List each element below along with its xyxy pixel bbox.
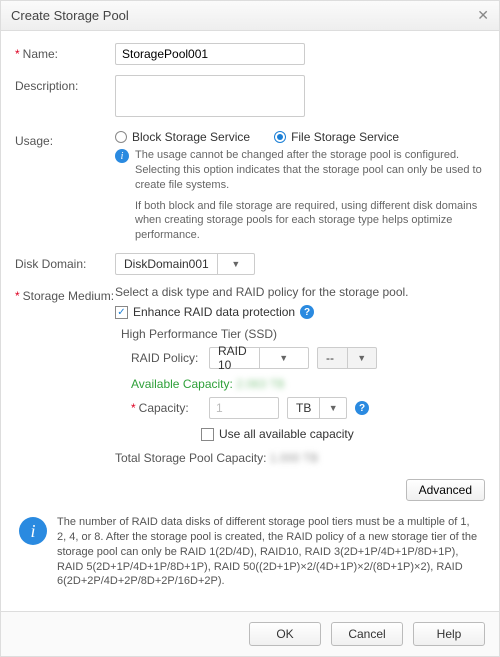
chevron-down-icon: ▼ bbox=[217, 254, 254, 274]
raid-policy-secondary-select[interactable]: -- ▼ bbox=[317, 347, 377, 369]
capacity-label: *Capacity: bbox=[131, 401, 201, 415]
use-all-capacity-checkbox[interactable] bbox=[201, 428, 214, 441]
use-all-capacity-label: Use all available capacity bbox=[219, 427, 354, 441]
available-capacity: Available Capacity: 2.063 TB bbox=[131, 377, 485, 391]
help-icon[interactable]: ? bbox=[355, 401, 369, 415]
usage-label: Usage: bbox=[15, 130, 115, 148]
usage-info-1: The usage cannot be changed after the st… bbox=[135, 148, 485, 193]
help-button[interactable]: Help bbox=[413, 622, 485, 646]
description-label: Description: bbox=[15, 75, 115, 93]
name-label: *Name: bbox=[15, 43, 115, 61]
info-icon: i bbox=[19, 517, 47, 545]
usage-block-radio[interactable]: Block Storage Service bbox=[115, 130, 250, 144]
disk-domain-label: Disk Domain: bbox=[15, 253, 115, 271]
total-capacity: Total Storage Pool Capacity: 1.000 TB bbox=[115, 451, 485, 465]
enhance-raid-label: Enhance RAID data protection bbox=[133, 305, 295, 319]
raid-note: The number of RAID data disks of differe… bbox=[57, 515, 481, 589]
capacity-unit-select[interactable]: TB ▼ bbox=[287, 397, 347, 419]
create-storage-pool-dialog: Create Storage Pool ✕ *Name: Description… bbox=[0, 0, 500, 657]
cancel-button[interactable]: Cancel bbox=[331, 622, 403, 646]
enhance-raid-checkbox[interactable] bbox=[115, 306, 128, 319]
help-icon[interactable]: ? bbox=[300, 305, 314, 319]
usage-info-2: If both block and file storage are requi… bbox=[135, 199, 485, 244]
raid-policy-label: RAID Policy: bbox=[131, 351, 201, 365]
raid-policy-select[interactable]: RAID 10 ▼ bbox=[209, 347, 309, 369]
chevron-down-icon: ▼ bbox=[347, 348, 377, 368]
chevron-down-icon: ▼ bbox=[259, 348, 309, 368]
storage-medium-label: *Storage Medium: bbox=[15, 285, 115, 303]
disk-domain-select[interactable]: DiskDomain001 ▼ bbox=[115, 253, 255, 275]
tier-title: High Performance Tier (SSD) bbox=[121, 327, 485, 341]
usage-file-radio[interactable]: File Storage Service bbox=[274, 130, 399, 144]
capacity-input[interactable] bbox=[209, 397, 279, 419]
storage-medium-hint: Select a disk type and RAID policy for t… bbox=[115, 285, 485, 299]
description-input[interactable] bbox=[115, 75, 305, 117]
close-icon[interactable]: ✕ bbox=[477, 7, 489, 24]
dialog-title: Create Storage Pool bbox=[11, 8, 129, 23]
advanced-button[interactable]: Advanced bbox=[406, 479, 485, 501]
name-input[interactable] bbox=[115, 43, 305, 65]
ok-button[interactable]: OK bbox=[249, 622, 321, 646]
dialog-footer: OK Cancel Help bbox=[1, 611, 499, 656]
chevron-down-icon: ▼ bbox=[319, 398, 346, 418]
titlebar: Create Storage Pool ✕ bbox=[1, 1, 499, 31]
info-icon: i bbox=[115, 149, 129, 163]
